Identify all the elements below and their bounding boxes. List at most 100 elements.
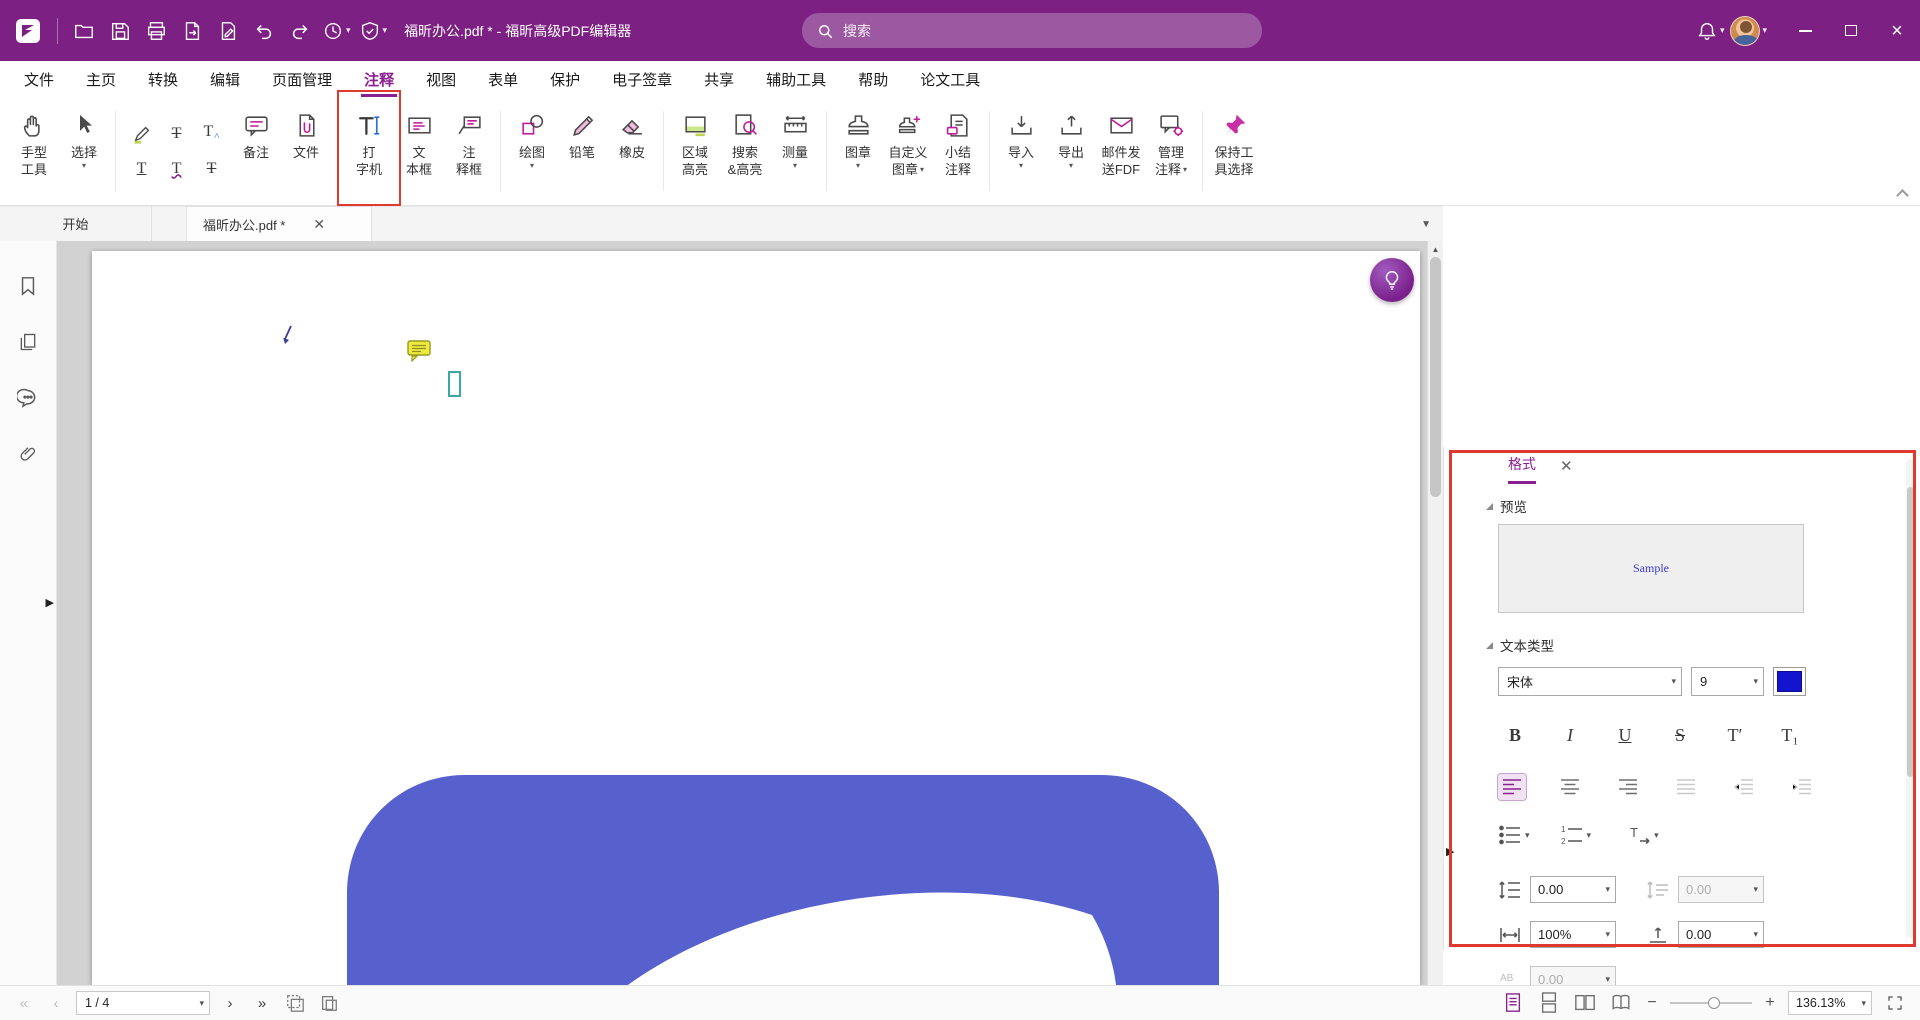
note-annotation-icon[interactable] bbox=[407, 340, 433, 362]
squiggly-icon[interactable]: T bbox=[160, 152, 193, 185]
continuous-view-button[interactable] bbox=[1536, 990, 1562, 1016]
drawing-button[interactable]: 绘图▾ bbox=[507, 101, 557, 201]
protect-status-button[interactable]: ▾ bbox=[356, 13, 391, 49]
expand-left-panel-button[interactable]: ▶ bbox=[46, 596, 54, 609]
align-center-button[interactable] bbox=[1556, 774, 1584, 800]
note-button[interactable]: 备注 bbox=[231, 101, 281, 201]
quick-sign-button[interactable] bbox=[211, 13, 245, 49]
comments-panel-button[interactable] bbox=[11, 381, 45, 415]
menu-convert[interactable]: 转换 bbox=[132, 61, 194, 98]
menu-form[interactable]: 表单 bbox=[472, 61, 534, 98]
menu-view[interactable]: 视图 bbox=[410, 61, 472, 98]
tab-start[interactable]: 开始 bbox=[0, 206, 152, 241]
zoom-slider-thumb[interactable] bbox=[1708, 997, 1720, 1009]
line-spacing-input[interactable]: 0.00 ▾ bbox=[1530, 876, 1616, 903]
summary-comments-button[interactable]: 小结注释 bbox=[933, 101, 983, 201]
panel-scrollbar[interactable] bbox=[1906, 459, 1915, 938]
select-tool-button[interactable]: 选择▾ bbox=[59, 101, 109, 201]
assistant-bulb-button[interactable] bbox=[1370, 258, 1414, 302]
close-panel-icon[interactable]: ✕ bbox=[1560, 457, 1573, 475]
menu-edit[interactable]: 编辑 bbox=[194, 61, 256, 98]
maximize-button[interactable] bbox=[1828, 0, 1874, 61]
indent-decrease-button[interactable] bbox=[1730, 774, 1758, 800]
menu-thesis-tools[interactable]: 论文工具 bbox=[904, 61, 996, 98]
last-page-button[interactable]: » bbox=[250, 995, 274, 1012]
caret-icon[interactable]: T bbox=[195, 117, 228, 150]
baseline-offset-input[interactable]: 0.00 ▾ bbox=[1678, 921, 1764, 948]
format-tab[interactable]: 格式 bbox=[1508, 447, 1536, 484]
import-comments-button[interactable]: 导入▾ bbox=[996, 101, 1046, 201]
font-size-select[interactable]: 9 ▾ bbox=[1691, 667, 1764, 696]
italic-button[interactable]: I bbox=[1553, 720, 1587, 750]
pages-panel-button[interactable] bbox=[11, 325, 45, 359]
next-page-button[interactable]: › bbox=[218, 995, 242, 1012]
redo-button[interactable] bbox=[283, 13, 317, 49]
panel-scrollbar-thumb[interactable] bbox=[1907, 487, 1914, 777]
area-highlight-button[interactable]: 区域高亮 bbox=[670, 101, 720, 201]
search-box[interactable] bbox=[802, 13, 1262, 48]
zoom-slider[interactable] bbox=[1670, 996, 1752, 1010]
first-page-button[interactable]: « bbox=[12, 995, 36, 1012]
align-justify-button[interactable] bbox=[1672, 774, 1700, 800]
menu-protect[interactable]: 保护 bbox=[534, 61, 596, 98]
notifications-button[interactable]: ▾ bbox=[1693, 13, 1728, 49]
callout-button[interactable]: 注释框 bbox=[444, 101, 494, 201]
text-caret-box[interactable] bbox=[448, 371, 461, 397]
replace-text-icon[interactable]: T bbox=[195, 152, 228, 185]
font-color-swatch[interactable] bbox=[1773, 667, 1806, 696]
underline-button[interactable]: U bbox=[1608, 720, 1642, 750]
manage-comments-button[interactable]: 管理注释▾ bbox=[1146, 101, 1196, 201]
history-button[interactable]: ▾ bbox=[319, 13, 354, 49]
eraser-button[interactable]: 橡皮 bbox=[607, 101, 657, 201]
menu-home[interactable]: 主页 bbox=[70, 61, 132, 98]
collapse-ribbon-button[interactable] bbox=[1898, 187, 1910, 199]
pencil-button[interactable]: 铅笔 bbox=[557, 101, 607, 201]
search-input[interactable] bbox=[843, 23, 1248, 39]
mail-fdf-button[interactable]: 邮件发送FDF bbox=[1096, 101, 1146, 201]
menu-help[interactable]: 帮助 bbox=[842, 61, 904, 98]
fullscreen-button[interactable] bbox=[1882, 990, 1908, 1016]
zoom-in-button[interactable]: + bbox=[1762, 994, 1778, 1012]
text-direction-button[interactable]: T ▾ bbox=[1627, 824, 1659, 846]
bold-button[interactable]: B bbox=[1498, 720, 1532, 750]
subscript-button[interactable]: T₁ bbox=[1773, 720, 1807, 750]
stamp-button[interactable]: 图章▾ bbox=[833, 101, 883, 201]
menu-page-manage[interactable]: 页面管理 bbox=[256, 61, 348, 98]
book-view-button[interactable] bbox=[1608, 990, 1634, 1016]
keep-tool-selected-button[interactable]: 保持工具选择 bbox=[1209, 101, 1259, 201]
close-tab-icon[interactable]: ✕ bbox=[313, 217, 325, 231]
section-preview[interactable]: 预览 bbox=[1486, 496, 1920, 516]
file-attachment-button[interactable]: 文件 bbox=[281, 101, 331, 201]
pdf-page[interactable] bbox=[92, 251, 1420, 985]
typewriter-button[interactable]: 打字机 bbox=[344, 101, 394, 201]
single-page-view-button[interactable] bbox=[1500, 990, 1526, 1016]
save-button[interactable] bbox=[103, 13, 137, 49]
attachments-panel-button[interactable] bbox=[11, 437, 45, 471]
menu-esign[interactable]: 电子签章 bbox=[596, 61, 688, 98]
word-spacing-input[interactable]: 0.00 ▾ bbox=[1678, 876, 1764, 903]
align-left-button[interactable] bbox=[1498, 774, 1526, 800]
measure-button[interactable]: 测量▾ bbox=[770, 101, 820, 201]
vertical-scrollbar[interactable]: ▲ bbox=[1427, 241, 1443, 985]
snapshot-button[interactable] bbox=[282, 990, 308, 1016]
menu-accessibility[interactable]: 辅助工具 bbox=[750, 61, 842, 98]
strikeout-icon[interactable]: T bbox=[160, 117, 193, 150]
bookmarks-panel-button[interactable] bbox=[11, 269, 45, 303]
strikethrough-button[interactable]: S bbox=[1663, 720, 1697, 750]
textbox-button[interactable]: 文本框 bbox=[394, 101, 444, 201]
zoom-level-input[interactable]: 136.13% ▾ bbox=[1788, 991, 1872, 1015]
document-area[interactable]: ▲ bbox=[57, 241, 1443, 985]
font-family-select[interactable]: 宋体 ▾ bbox=[1498, 667, 1682, 696]
numbered-list-button[interactable]: 12 ▾ bbox=[1560, 824, 1592, 846]
export-comments-button[interactable]: 导出▾ bbox=[1046, 101, 1096, 201]
menu-share[interactable]: 共享 bbox=[688, 61, 750, 98]
prev-page-button[interactable]: ‹ bbox=[44, 995, 68, 1012]
clipboard-button[interactable] bbox=[316, 990, 342, 1016]
open-file-button[interactable] bbox=[67, 13, 101, 49]
close-button[interactable]: × bbox=[1874, 0, 1920, 61]
scrollbar-thumb[interactable] bbox=[1430, 257, 1441, 497]
account-button[interactable]: ▾ bbox=[1727, 13, 1770, 49]
zoom-out-button[interactable]: − bbox=[1644, 994, 1660, 1012]
foxit-logo[interactable] bbox=[10, 13, 46, 49]
indent-increase-button[interactable] bbox=[1788, 774, 1816, 800]
